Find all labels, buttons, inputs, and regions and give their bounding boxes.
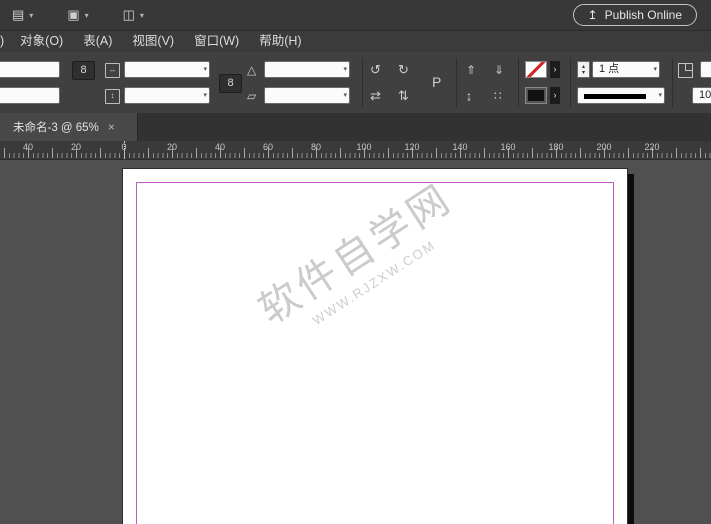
scale-x-field[interactable]: ▾ [124,61,210,78]
rotation-angle-icon: △ [247,63,257,77]
ruler-number: 200 [596,142,612,152]
scale-y-icon: ↕ [105,89,120,104]
constrain-scale-link-icon[interactable]: 8 [219,74,242,93]
ruler-number: 40 [214,142,225,152]
stroke-options-button[interactable]: › [550,87,560,104]
ruler-number: 140 [452,142,468,152]
chevron-down-icon: ▾ [84,10,89,20]
rotation-angle-field[interactable]: ▾ [264,61,350,78]
screen-mode-icon: ▣ [67,7,80,22]
stepper-down-icon: ▾ [581,69,585,76]
ruler-number: 160 [500,142,516,152]
document-tab-bar: 未命名-3 @ 65% × [0,113,711,142]
scale-y-glyph: ↕ [110,91,115,100]
chevron-down-icon: ▾ [203,92,207,99]
space-above-icon[interactable]: ⇑ [466,64,476,76]
chevron-down-icon: ▾ [139,10,144,20]
menu-bar: ) 对象(O) 表(A) 视图(V) 窗口(W) 帮助(H) [0,31,711,52]
arrange-documents-button[interactable]: ◫ ▾ [119,5,148,25]
vertical-scale-icon[interactable]: ↨ [466,90,472,102]
close-icon[interactable]: × [108,120,115,134]
chevron-down-icon: ▾ [343,66,347,73]
menu-item-object[interactable]: 对象(O) [10,31,73,52]
fill-color-swatch[interactable] [525,61,547,78]
panel-divider [456,58,457,107]
constrain-link-icon[interactable]: 8 [72,61,95,80]
document-tab[interactable]: 未命名-3 @ 65% × [0,113,138,141]
ruler-number: 20 [70,142,81,152]
panel-divider [672,58,673,107]
flip-vertical-button[interactable]: ⇅ [398,89,409,102]
screen-mode-button[interactable]: ▣ ▾ [63,5,92,25]
panel-divider [570,58,571,107]
menu-item-view[interactable]: 视图(V) [122,31,184,52]
paragraph-formatting-button[interactable]: P [432,75,441,89]
stroke-weight-stepper[interactable]: ▴ ▾ [577,61,590,78]
corner-size-field[interactable]: 10 [692,87,711,104]
ruler-number: 120 [404,142,420,152]
menu-item-table[interactable]: 表(A) [73,31,122,52]
ruler-number: 180 [548,142,564,152]
chevron-down-icon: ▾ [658,92,662,99]
menu-item-help[interactable]: 帮助(H) [249,31,311,52]
arrange-documents-icon: ◫ [122,7,135,22]
workspace-switcher-button[interactable]: ▤ ▾ [8,5,37,25]
panel-divider [518,58,519,107]
menu-item-partial[interactable]: ) [0,31,10,52]
stroke-weight-value: 1 点 [599,63,620,75]
ruler-number: 40 [22,142,33,152]
rotate-cw-button[interactable]: ↻ [398,63,409,76]
document-tab-title: 未命名-3 @ 65% [13,122,99,134]
ruler-number: 100 [356,142,372,152]
chevron-down-icon: ▾ [29,10,34,20]
workspace-icon: ▤ [12,7,25,22]
solid-stroke-preview [584,94,646,99]
fill-options-button[interactable]: › [550,61,560,78]
stroke-style-dropdown[interactable]: ▾ [577,87,665,104]
stroke-color-swatch[interactable] [525,87,547,104]
rotate-ccw-button[interactable]: ↺ [370,63,381,76]
corner-options-icon[interactable] [678,63,693,78]
shear-angle-icon: ▱ [247,89,257,103]
transform-field-2[interactable] [0,87,60,104]
flip-horizontal-button[interactable]: ⇄ [370,89,381,102]
menu-item-window[interactable]: 窗口(W) [184,31,249,52]
scale-x-icon: ↔ [105,63,120,78]
ruler-number: 0 [121,142,127,152]
indesign-window: ▤ ▾ ▣ ▾ ◫ ▾ ↥ Publish Online ) 对象(O) 表(A… [0,0,711,524]
space-below-icon[interactable]: ⇓ [494,64,504,76]
ruler-number: 220 [644,142,660,152]
scale-x-glyph: ↔ [108,65,117,74]
corner-size-value: 10 [699,89,711,101]
chevron-down-icon: ▾ [203,66,207,73]
transform-field-1[interactable] [0,61,60,78]
stroke-weight-field[interactable]: 1 点 ▾ [592,61,660,78]
upload-icon: ↥ [587,8,598,22]
clipped-field-1[interactable] [700,61,711,78]
pasteboard[interactable]: 软件自学网 WWW.RJZXW.COM [0,160,711,524]
ruler-number: 20 [166,142,177,152]
grid-dots-icon[interactable]: ∷ [494,90,502,102]
chevron-down-icon: ▾ [653,66,657,73]
publish-online-button[interactable]: ↥ Publish Online [572,4,697,26]
control-panel: 8 ↔ ▾ ↕ ▾ 8 △ ▾ ▱ ▾ ↺ ↻ ⇄ ⇅ P ⇑ ⇓ ↨ ∷ › … [0,52,711,114]
document-page[interactable]: 软件自学网 WWW.RJZXW.COM [122,168,628,524]
horizontal-ruler[interactable]: 40 20 0 20 40 60 80 100 120 140 160 180 … [0,141,711,160]
application-bar: ▤ ▾ ▣ ▾ ◫ ▾ ↥ Publish Online [0,0,711,31]
scale-y-field[interactable]: ▾ [124,87,210,104]
shear-angle-field[interactable]: ▾ [264,87,350,104]
panel-divider [362,58,363,107]
chevron-down-icon: ▾ [343,92,347,99]
ruler-number: 80 [310,142,321,152]
publish-online-label: Publish Online [604,8,682,22]
ruler-number: 60 [262,142,273,152]
